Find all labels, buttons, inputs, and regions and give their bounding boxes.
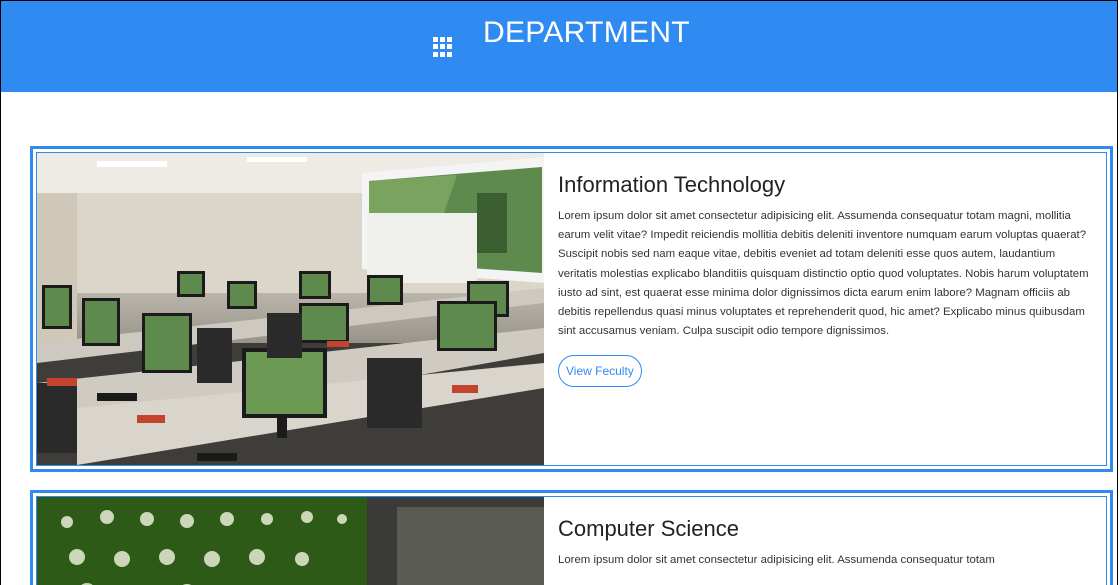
computer-lab-photo [37,153,544,465]
department-title: Information Technology [558,172,786,197]
department-description: Lorem ipsum dolor sit amet consectetur a… [558,210,1089,338]
department-card-information-technology: Information Technology Lorem ipsum dolor… [30,146,1113,472]
view-faculty-button[interactable]: View Feculty [558,355,642,388]
department-description: Lorem ipsum dolor sit amet consectetur a… [558,554,995,566]
department-card-computer-science: Computer Science Lorem ipsum dolor sit a… [30,490,1113,585]
apps-grid-icon[interactable] [433,37,453,57]
circuit-board-photo [37,497,544,585]
page-title: DEPARTMENT [483,16,690,49]
header-bar: DEPARTMENT [1,1,1117,92]
department-title: Computer Science [558,516,739,541]
